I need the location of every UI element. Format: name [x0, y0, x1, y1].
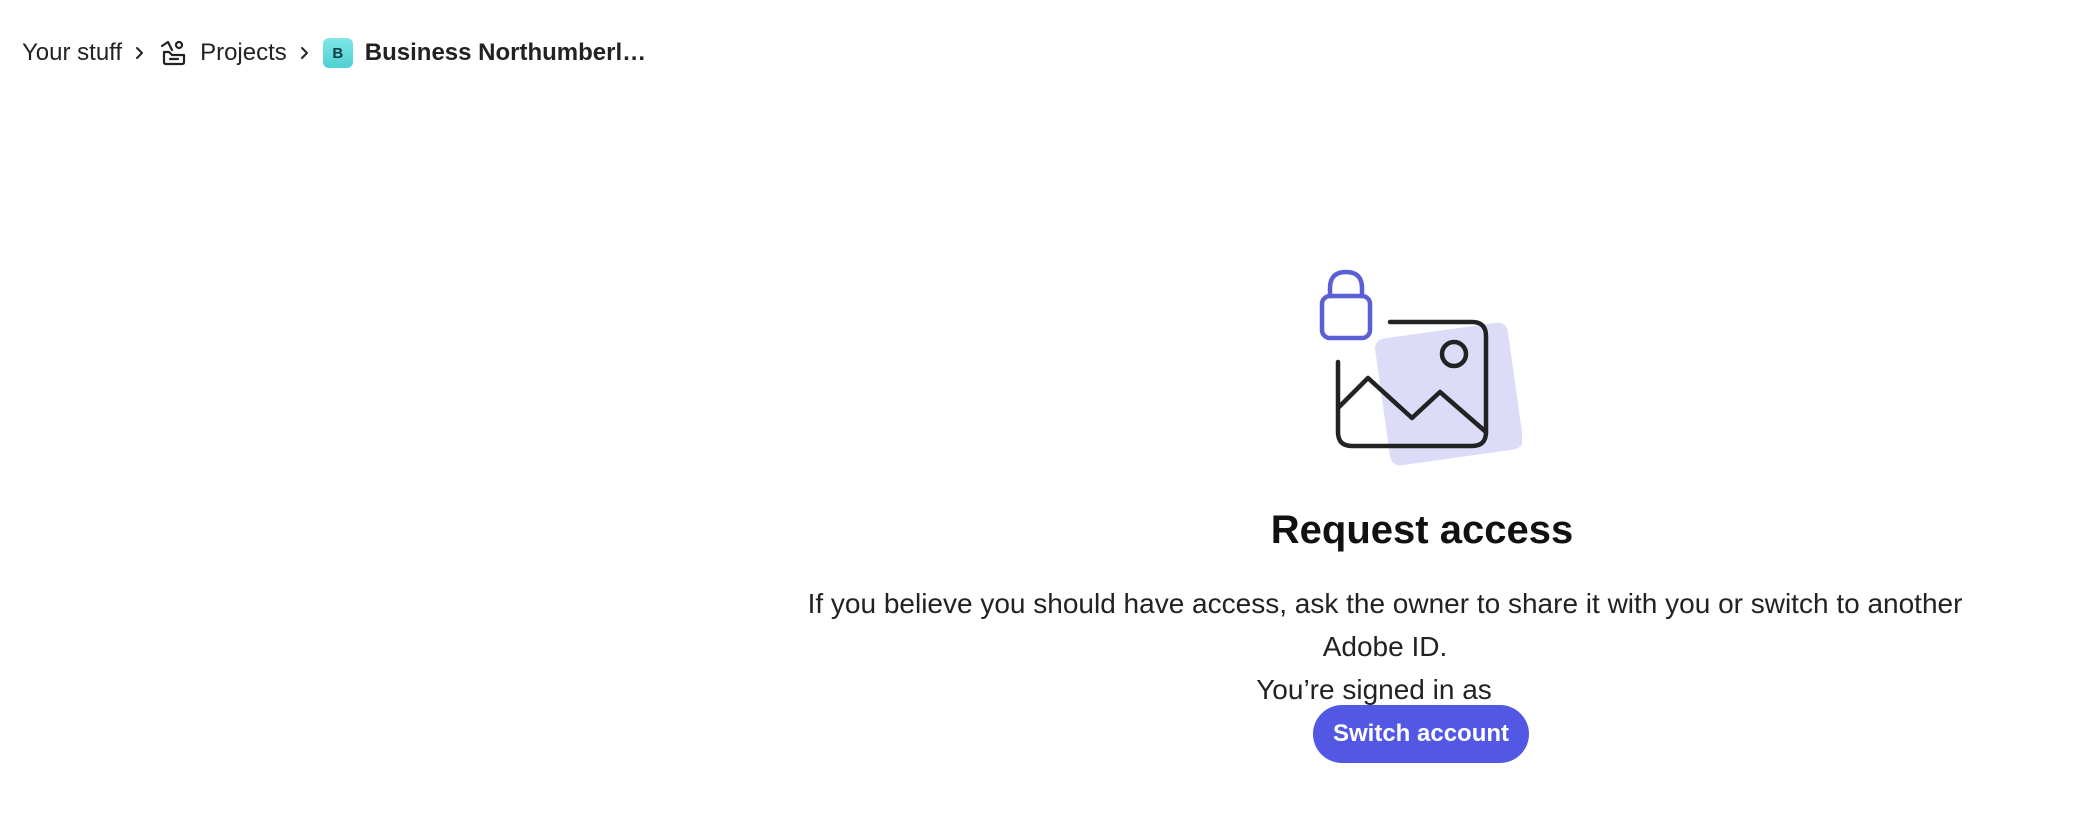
breadcrumb-current-project[interactable]: B Business Northumberla…	[322, 38, 655, 68]
chevron-right-icon	[297, 46, 313, 60]
breadcrumb-projects-label: Projects	[200, 39, 287, 66]
locked-image-illustration	[1316, 266, 1523, 472]
breadcrumb: Your stuff Projects B Business Northumbe…	[22, 34, 655, 72]
breadcrumb-your-stuff-label: Your stuff	[22, 39, 123, 66]
breadcrumb-current-label: Business Northumberla…	[364, 39, 655, 66]
access-message-line-1: If you believe you should have access, a…	[807, 588, 1963, 662]
breadcrumb-your-stuff[interactable]: Your stuff	[22, 39, 122, 67]
access-message: If you believe you should have access, a…	[780, 582, 1990, 711]
chevron-right-icon	[132, 46, 148, 60]
page-title: Request access	[1270, 508, 1574, 552]
breadcrumb-projects[interactable]: Projects	[158, 38, 287, 68]
switch-account-button[interactable]: Switch account	[1313, 705, 1529, 763]
projects-icon	[158, 38, 188, 68]
request-access-page: Your stuff Projects B Business Northumbe…	[0, 0, 2088, 822]
project-badge: B	[322, 38, 353, 68]
